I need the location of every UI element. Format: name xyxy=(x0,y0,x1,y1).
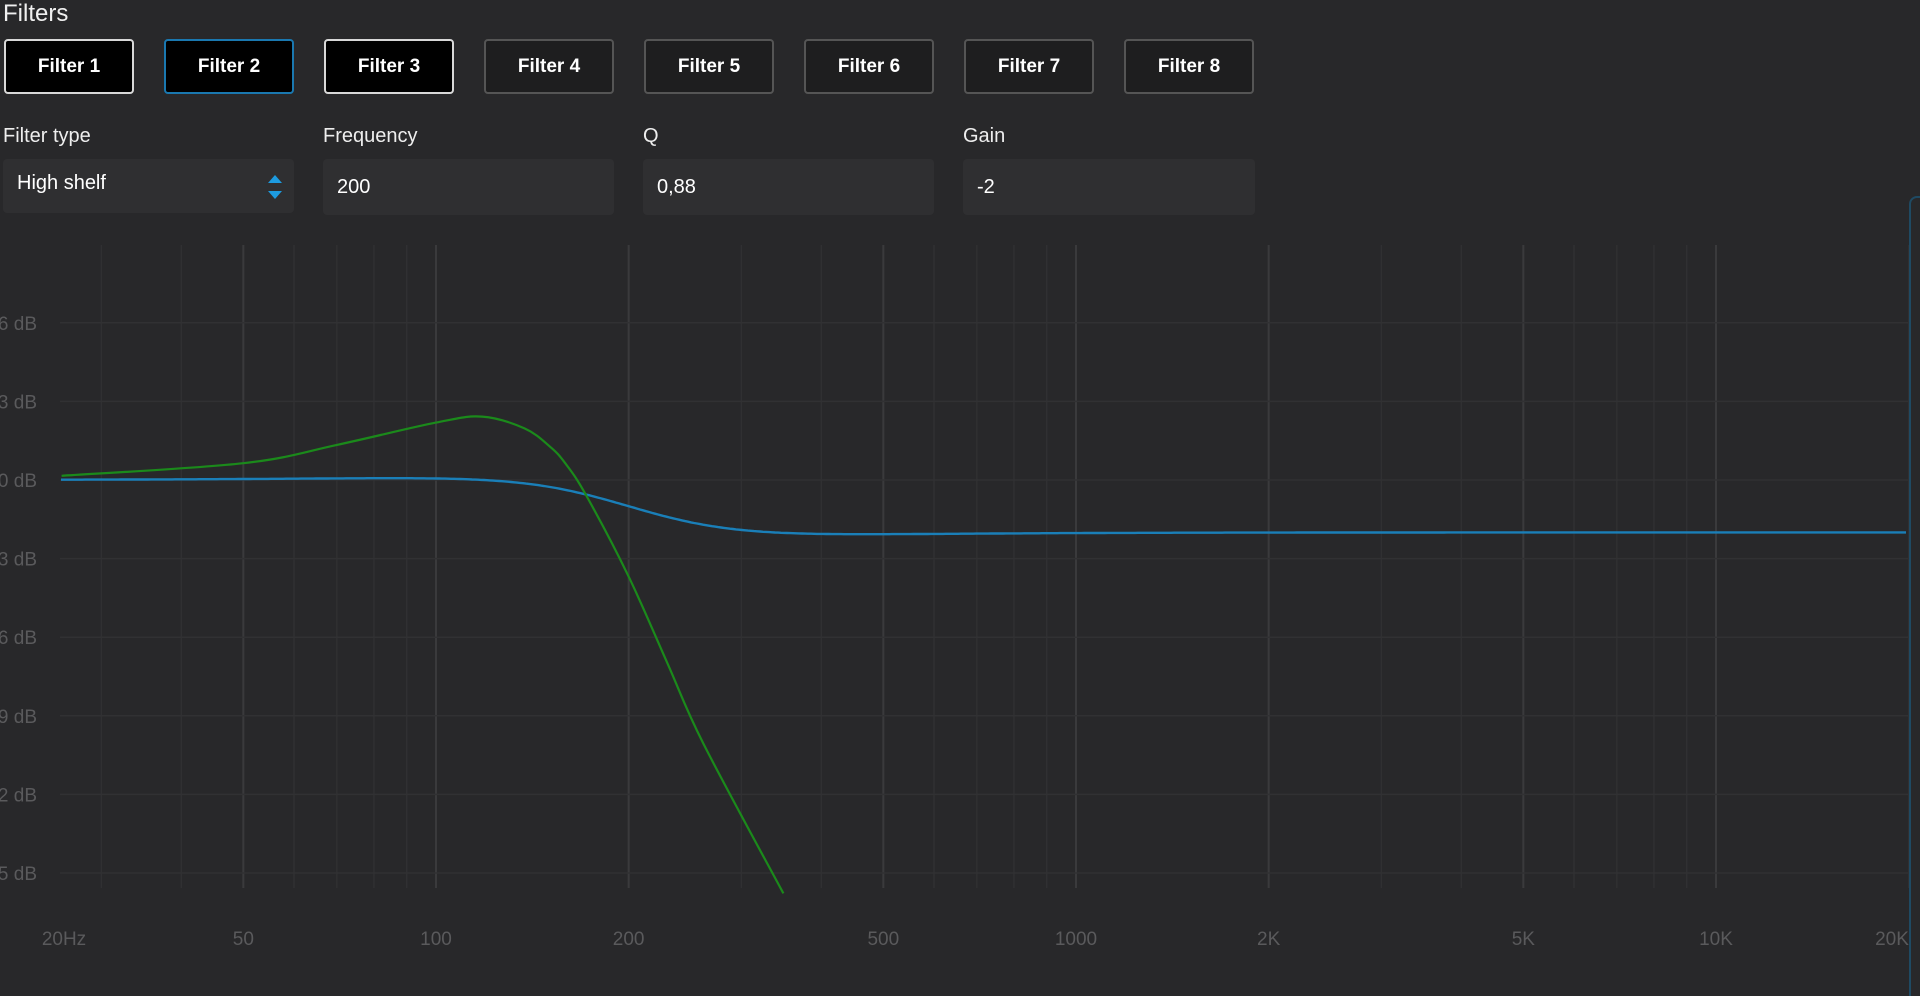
x-tick-label: 10K xyxy=(1699,929,1733,950)
x-tick-label: 500 xyxy=(867,929,899,950)
y-tick-label: -3 dB xyxy=(0,550,37,571)
combined-response-curve xyxy=(61,415,785,894)
x-tick-label: 100 xyxy=(420,929,452,950)
x-tick-label: 2K xyxy=(1257,929,1281,950)
x-tick-label: 200 xyxy=(613,929,645,950)
x-tick-label: 50 xyxy=(233,929,254,950)
y-tick-label: -6 dB xyxy=(0,628,37,649)
x-tick-label: 1000 xyxy=(1055,929,1097,950)
y-tick-label: 3 dB xyxy=(0,392,37,413)
y-tick-label: -9 dB xyxy=(0,707,37,728)
y-tick-label: -12 dB xyxy=(0,785,37,806)
selected-filter-curve xyxy=(61,477,1906,536)
y-tick-label: -15 dB xyxy=(0,864,37,885)
y-tick-label: 0 dB xyxy=(0,471,37,492)
y-tick-label: 6 dB xyxy=(0,314,37,335)
x-tick-label: 20K xyxy=(1875,929,1909,950)
frequency-response-chart: 6 dB 3 dB 0 dB -3 dB -6 dB -9 dB -12 dB -15 dB 2… xyxy=(0,245,1910,950)
side-panel-edge xyxy=(1909,196,1920,996)
x-tick-label: 20Hz xyxy=(42,929,86,950)
x-tick-label: 5K xyxy=(1512,929,1536,950)
